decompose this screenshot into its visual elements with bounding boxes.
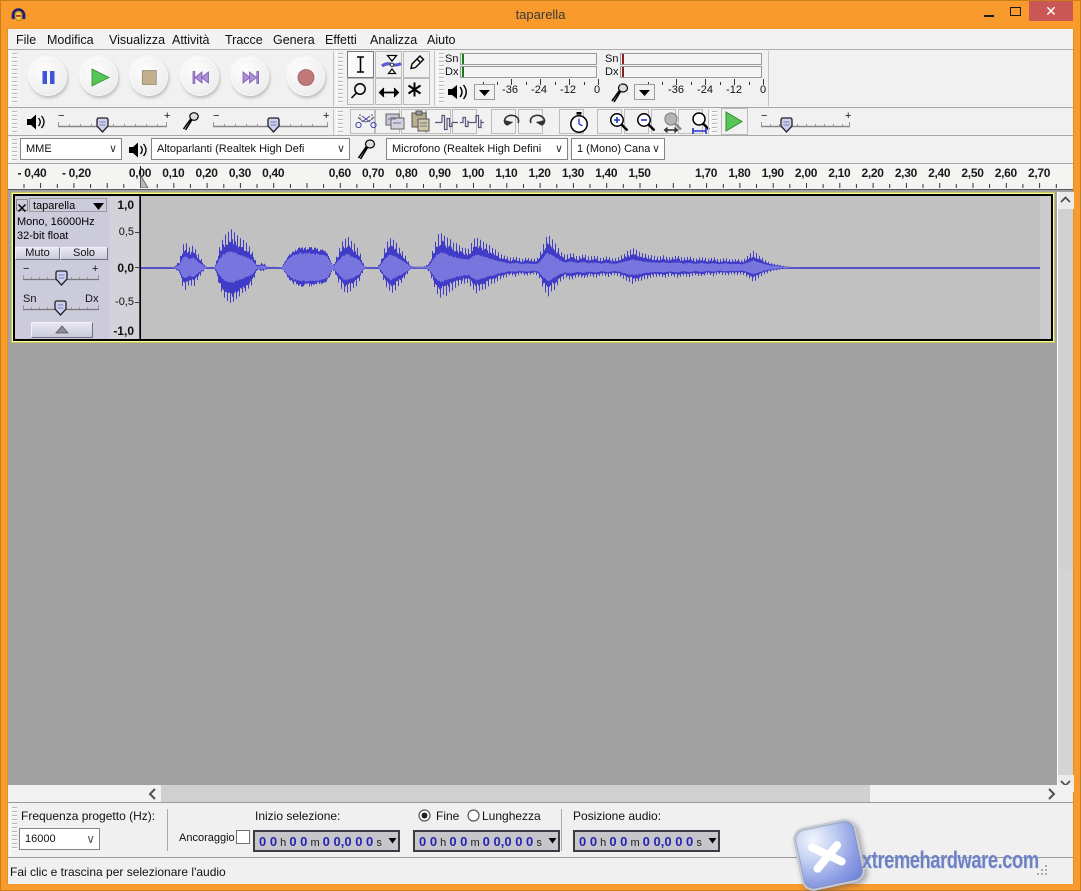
svg-text:1,50: 1,50 — [628, 166, 651, 180]
svg-text:1,30: 1,30 — [562, 166, 585, 180]
svg-text:−: − — [213, 110, 219, 122]
svg-text:1,40: 1,40 — [595, 166, 618, 180]
svg-text:0,40: 0,40 — [262, 166, 285, 180]
svg-text:+: + — [323, 110, 329, 122]
svg-text:+: + — [164, 110, 170, 122]
svg-text:2,10: 2,10 — [828, 166, 851, 180]
svg-text:0,20: 0,20 — [196, 166, 219, 180]
svg-text:Sn: Sn — [23, 294, 36, 305]
svg-text:2,30: 2,30 — [895, 166, 918, 180]
svg-text:2,00: 2,00 — [795, 166, 818, 180]
svg-text:0,30: 0,30 — [229, 166, 252, 180]
svg-text:−: − — [23, 264, 29, 275]
svg-text:2,40: 2,40 — [928, 166, 951, 180]
svg-text:2,50: 2,50 — [961, 166, 984, 180]
svg-text:+: + — [92, 264, 98, 275]
svg-text:0,90: 0,90 — [429, 166, 452, 180]
svg-text:2,60: 2,60 — [995, 166, 1018, 180]
svg-text:Dx: Dx — [85, 294, 99, 305]
svg-text:1,90: 1,90 — [762, 166, 785, 180]
svg-text:1,20: 1,20 — [529, 166, 552, 180]
svg-text:1,10: 1,10 — [495, 166, 518, 180]
svg-text:- 0,40: - 0,40 — [18, 166, 48, 180]
svg-text:0,80: 0,80 — [395, 166, 418, 180]
svg-text:2,20: 2,20 — [862, 166, 885, 180]
svg-text:0,70: 0,70 — [362, 166, 385, 180]
svg-text:−: − — [58, 110, 64, 122]
svg-text:1,80: 1,80 — [728, 166, 751, 180]
svg-text:2,70: 2,70 — [1028, 166, 1051, 180]
svg-text:- 0,20: - 0,20 — [62, 166, 92, 180]
svg-text:−: − — [761, 110, 767, 122]
svg-text:0,10: 0,10 — [162, 166, 185, 180]
svg-text:1,00: 1,00 — [462, 166, 485, 180]
svg-text:+: + — [845, 110, 851, 122]
svg-text:0,60: 0,60 — [329, 166, 352, 180]
svg-text:1,70: 1,70 — [695, 166, 718, 180]
